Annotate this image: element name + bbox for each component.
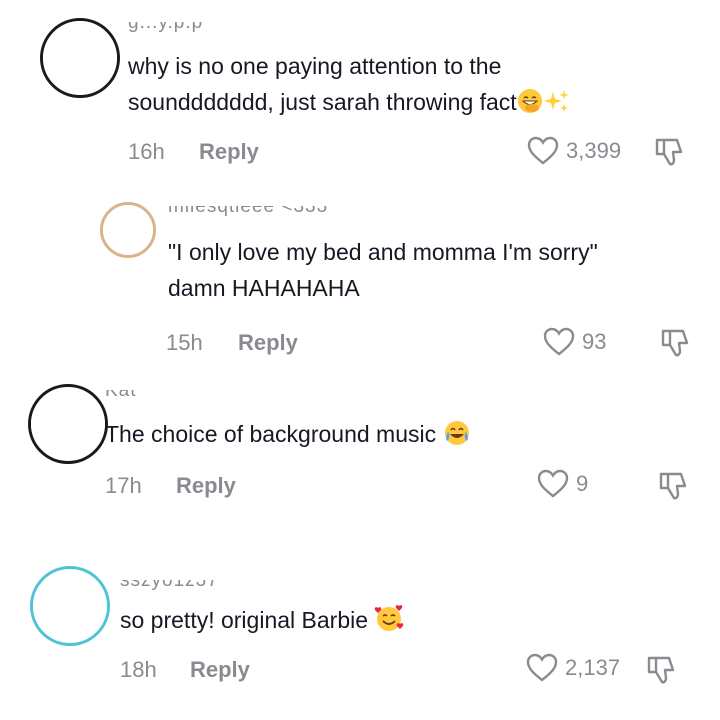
comment-time: 17h — [105, 473, 142, 498]
like-count: 9 — [576, 471, 589, 496]
comment-item: sszyo1z37 so pretty! original Barbie 18h… — [0, 550, 720, 720]
like-count: 2,137 — [565, 655, 621, 680]
comment-text: so pretty! original Barbie — [120, 602, 404, 642]
dislike-icon[interactable] — [651, 136, 685, 173]
heart-icon — [542, 327, 576, 357]
avatar[interactable] — [100, 202, 156, 258]
comment-text: why is no one paying attention to the so… — [128, 48, 571, 124]
like-count: 93 — [582, 329, 607, 354]
comment-text: The choice of background music — [105, 416, 471, 456]
reply-button[interactable]: Reply — [190, 657, 250, 683]
comment-item: g...y.p.p why is no one paying attention… — [0, 0, 720, 190]
avatar[interactable] — [30, 566, 110, 646]
like-button[interactable]: 2,137 — [525, 653, 620, 683]
sparkles-emoji — [543, 88, 571, 124]
reply-button[interactable]: Reply — [199, 139, 259, 165]
heart-icon — [526, 136, 560, 166]
avatar[interactable] — [40, 18, 120, 98]
comment-time: 15h — [166, 330, 203, 355]
comment-username[interactable]: sszyo1z37 — [120, 580, 219, 592]
dislike-icon[interactable] — [655, 470, 689, 507]
avatar[interactable] — [28, 384, 108, 464]
heart-icon — [525, 653, 559, 683]
comment-time: 18h — [120, 657, 157, 682]
heart-icon — [536, 469, 570, 499]
comment-username[interactable]: g...y.p.p — [128, 22, 203, 34]
like-button[interactable]: 93 — [542, 327, 606, 357]
reply-button[interactable]: Reply — [238, 330, 298, 356]
joy-emoji — [443, 420, 471, 456]
comment-text: "I only love my bed and momma I'm sorry"… — [168, 239, 598, 301]
dislike-icon[interactable] — [643, 654, 677, 691]
like-button[interactable]: 9 — [536, 469, 588, 499]
comment-username[interactable]: milesqtieee <333 — [168, 206, 328, 218]
smiling-hearts-emoji — [374, 604, 404, 642]
dislike-icon[interactable] — [657, 327, 691, 364]
grin-hand-emoji — [517, 88, 543, 124]
comment-username[interactable]: Kat — [105, 390, 137, 402]
comment-time: 16h — [128, 139, 165, 164]
comment-item: Kat The choice of background music 17h R… — [0, 370, 720, 550]
like-button[interactable]: 3,399 — [526, 136, 621, 166]
comment-item: milesqtieee <333 "I only love my bed and… — [0, 190, 720, 370]
like-count: 3,399 — [566, 138, 622, 163]
reply-button[interactable]: Reply — [176, 473, 236, 499]
